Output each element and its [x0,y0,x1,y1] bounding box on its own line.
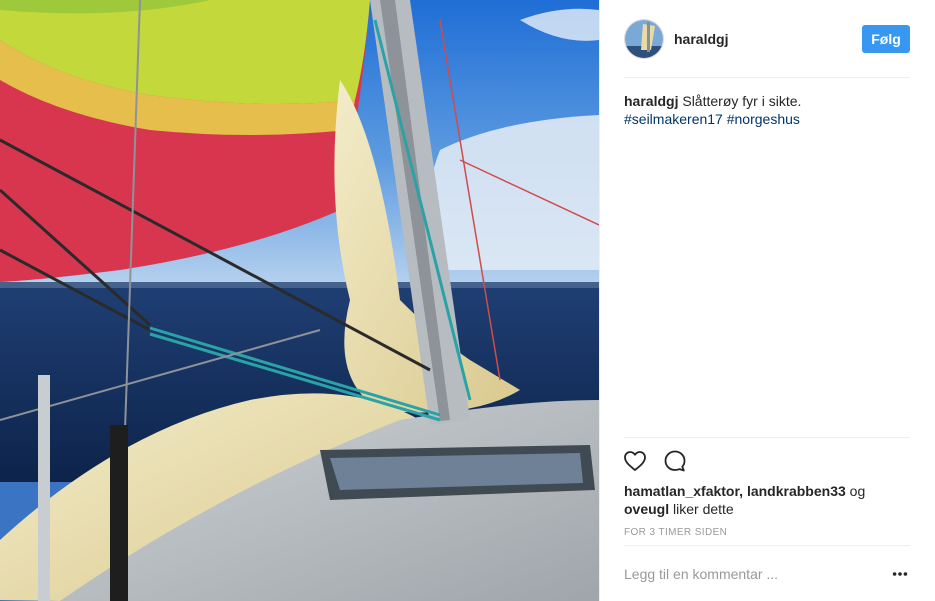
follow-button[interactable]: Følg [862,25,910,53]
divider [624,545,910,546]
post-actions [622,448,688,474]
post-side-panel: haraldgj Følg haraldgj Slåtterøy fyr i s… [599,0,935,601]
more-options-icon [892,572,908,576]
divider [624,77,910,78]
post-header: haraldgj Følg [624,18,910,60]
liker-username[interactable]: hamatlan_xfaktor [624,483,739,499]
sailboat-photo-illustration [0,0,599,601]
like-button[interactable] [622,448,648,474]
header-username[interactable]: haraldgj [674,31,728,47]
avatar[interactable] [624,19,664,59]
heart-icon [624,451,646,471]
comment-button[interactable] [662,448,688,474]
more-options-button[interactable] [890,564,910,584]
avatar-image [625,20,663,58]
hashtag-link[interactable]: #seilmakeren17 [624,111,723,127]
caption-text: Slåtterøy fyr i sikte. [682,93,802,109]
comment-bubble-icon [664,450,686,472]
likes-summary: hamatlan_xfaktor, landkrabben33 og oveug… [624,483,866,517]
comment-input[interactable] [624,560,890,588]
likes-suffix: liker dette [673,501,734,517]
post-photo[interactable] [0,0,599,601]
post-caption: haraldgj Slåtterøy fyr i sikte. #seilmak… [624,92,910,128]
instagram-post: haraldgj Følg haraldgj Slåtterøy fyr i s… [0,0,935,601]
hashtag-link[interactable]: #norgeshus [727,111,800,127]
likes-connector: og [849,483,866,499]
liker-username[interactable]: landkrabben33 [747,483,846,499]
liker-username[interactable]: oveugl [624,501,669,517]
caption-username[interactable]: haraldgj [624,93,678,109]
comment-form [624,560,910,588]
post-timestamp[interactable]: FOR 3 TIMER SIDEN [624,527,727,538]
divider [624,437,910,438]
